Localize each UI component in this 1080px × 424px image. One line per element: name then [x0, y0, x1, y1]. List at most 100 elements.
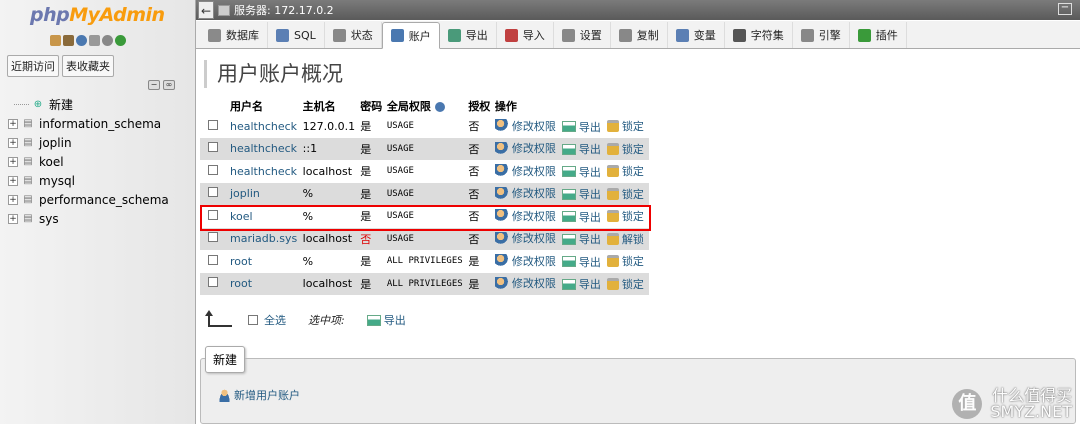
tree-item-koel[interactable]: + ▤ koel	[8, 152, 169, 171]
edit-privileges-link[interactable]: 修改权限	[494, 140, 556, 156]
tab-status[interactable]: 状态	[325, 22, 382, 48]
row-checkbox[interactable]	[208, 209, 218, 220]
row-checkbox[interactable]	[208, 187, 218, 198]
edit-privileges-link[interactable]: 修改权限	[494, 163, 556, 179]
back-arrow-icon[interactable]: ←	[198, 1, 214, 19]
edit-privileges-link[interactable]: 修改权限	[494, 230, 556, 246]
header-global-privileges[interactable]: 全局权限	[384, 97, 467, 115]
tree-item-new[interactable]: ⊕ 新建	[14, 95, 169, 114]
tab-export[interactable]: 导出	[440, 22, 497, 48]
favorites-tab[interactable]: 表收藏夹	[62, 55, 114, 77]
lock-link[interactable]: 锁定	[606, 253, 644, 269]
tab-replication[interactable]: 复制	[611, 22, 668, 48]
cell-username: root	[228, 272, 301, 295]
lock-icon	[606, 277, 619, 290]
help-icon[interactable]	[434, 102, 445, 112]
lock-link[interactable]: 锁定	[606, 163, 644, 179]
expand-icon[interactable]: +	[8, 156, 18, 167]
tree-item-information-schema[interactable]: + ▤ information_schema	[8, 114, 169, 133]
tab-plugin[interactable]: 插件	[850, 22, 907, 48]
main-content: 用户账户概况 用户名 主机名 密码 全局权限 授权 操作 healthcheck…	[200, 50, 1080, 424]
edit-privileges-link[interactable]: 修改权限	[494, 208, 556, 224]
table-row: root% 是 ALL PRIVILEGES 是修改权限 导出 锁定	[200, 250, 649, 273]
select-all-checkbox[interactable]	[248, 315, 258, 325]
cell-privileges: USAGE	[384, 205, 467, 228]
export-link[interactable]: 导出	[561, 231, 601, 247]
tree-item-mysql[interactable]: + ▤ mysql	[8, 171, 169, 190]
reload-icon[interactable]	[115, 35, 126, 46]
collapse-all-icon[interactable]: −	[148, 80, 160, 90]
row-checkbox[interactable]	[208, 142, 218, 153]
tree-item-sys[interactable]: + ▤ sys	[8, 209, 169, 228]
recent-tab[interactable]: 近期访问	[7, 55, 59, 77]
export-link[interactable]: 导出	[561, 141, 601, 157]
lock-link[interactable]: 锁定	[606, 118, 644, 134]
expand-icon[interactable]: +	[8, 194, 18, 205]
lock-link[interactable]: 锁定	[606, 141, 644, 157]
edit-privileges-icon	[494, 164, 509, 177]
engine-icon	[800, 28, 814, 42]
row-checkbox[interactable]	[208, 254, 218, 265]
row-checkbox[interactable]	[208, 277, 218, 288]
cell-actions: 修改权限 导出 锁定	[492, 160, 649, 183]
home-icon[interactable]	[50, 35, 61, 46]
tab-sql[interactable]: SQL	[268, 22, 325, 48]
database-icon: ▤	[23, 137, 33, 148]
lock-link[interactable]: 锁定	[606, 186, 644, 202]
row-checkbox[interactable]	[208, 119, 218, 130]
edit-privileges-link[interactable]: 修改权限	[494, 253, 556, 269]
export-link[interactable]: 导出	[561, 164, 601, 180]
edit-privileges-link[interactable]: 修改权限	[494, 118, 556, 134]
export-link[interactable]: 导出	[561, 119, 601, 135]
database-icon: ▤	[23, 156, 33, 167]
tab-engine[interactable]: 引擎	[793, 22, 850, 48]
export-link[interactable]: 导出	[561, 209, 601, 225]
tab-database[interactable]: 数据库	[200, 22, 268, 48]
lock-icon	[606, 120, 619, 132]
tab-accounts[interactable]: 账户	[381, 22, 440, 49]
link-icon[interactable]: ∞	[163, 80, 175, 90]
export-selected-button[interactable]: 导出	[366, 312, 406, 328]
row-checkbox[interactable]	[208, 232, 218, 243]
header-grant[interactable]: 授权	[466, 97, 493, 115]
export-link[interactable]: 导出	[561, 276, 601, 292]
accounts-icon	[390, 29, 404, 42]
server-breadcrumb[interactable]: 服务器: 172.17.0.2	[218, 2, 334, 18]
export-link[interactable]: 导出	[561, 254, 601, 270]
expand-icon[interactable]: +	[8, 137, 18, 148]
header-hostname[interactable]: 主机名	[300, 97, 359, 115]
settings-icon[interactable]	[102, 35, 113, 46]
edit-privileges-link[interactable]: 修改权限	[494, 275, 556, 291]
edit-privileges-link[interactable]: 修改权限	[494, 185, 556, 201]
lock-link[interactable]: 锁定	[606, 208, 644, 224]
lock-link[interactable]: 解锁	[606, 231, 644, 247]
password-value: 是	[360, 277, 372, 291]
minimize-icon[interactable]: −	[1058, 3, 1072, 15]
lock-link[interactable]: 锁定	[606, 276, 644, 292]
row-checkbox[interactable]	[208, 164, 218, 175]
select-all-label[interactable]: 全选	[264, 312, 286, 328]
tab-wrench[interactable]: 设置	[554, 22, 611, 48]
tree-item-performance-schema[interactable]: + ▤ performance_schema	[8, 190, 169, 209]
docs-icon[interactable]	[89, 35, 100, 46]
tab-charset[interactable]: 字符集	[725, 22, 793, 48]
nav-tabs: 近期访问 表收藏夹	[7, 55, 114, 77]
password-value: 是	[360, 255, 372, 269]
tree-line	[14, 104, 29, 105]
help-icon[interactable]	[76, 35, 87, 46]
table-row: healthcheck 127.0.0.1 是 USAGE 否修改权限 导出 锁定	[200, 115, 649, 138]
table-row: root localhost 是 ALL PRIVILEGES 是修改权限 导出 锁定	[200, 272, 649, 295]
header-username[interactable]: 用户名	[228, 97, 301, 115]
header-password[interactable]: 密码	[358, 97, 385, 115]
export-link[interactable]: 导出	[561, 186, 601, 202]
add-user-account-link[interactable]: 新增用户账户	[218, 387, 300, 403]
expand-icon[interactable]: +	[8, 118, 18, 129]
row-checkbox-cell	[200, 115, 228, 138]
tree-item-joplin[interactable]: + ▤ joplin	[8, 133, 169, 152]
expand-icon[interactable]: +	[8, 175, 18, 186]
tab-import[interactable]: 导入	[497, 22, 554, 48]
logout-icon[interactable]	[63, 35, 74, 46]
phpmyadmin-logo[interactable]: phpMyAdmin	[30, 4, 165, 26]
tab-variables[interactable]: 变量	[668, 22, 725, 48]
expand-icon[interactable]: +	[8, 213, 18, 224]
